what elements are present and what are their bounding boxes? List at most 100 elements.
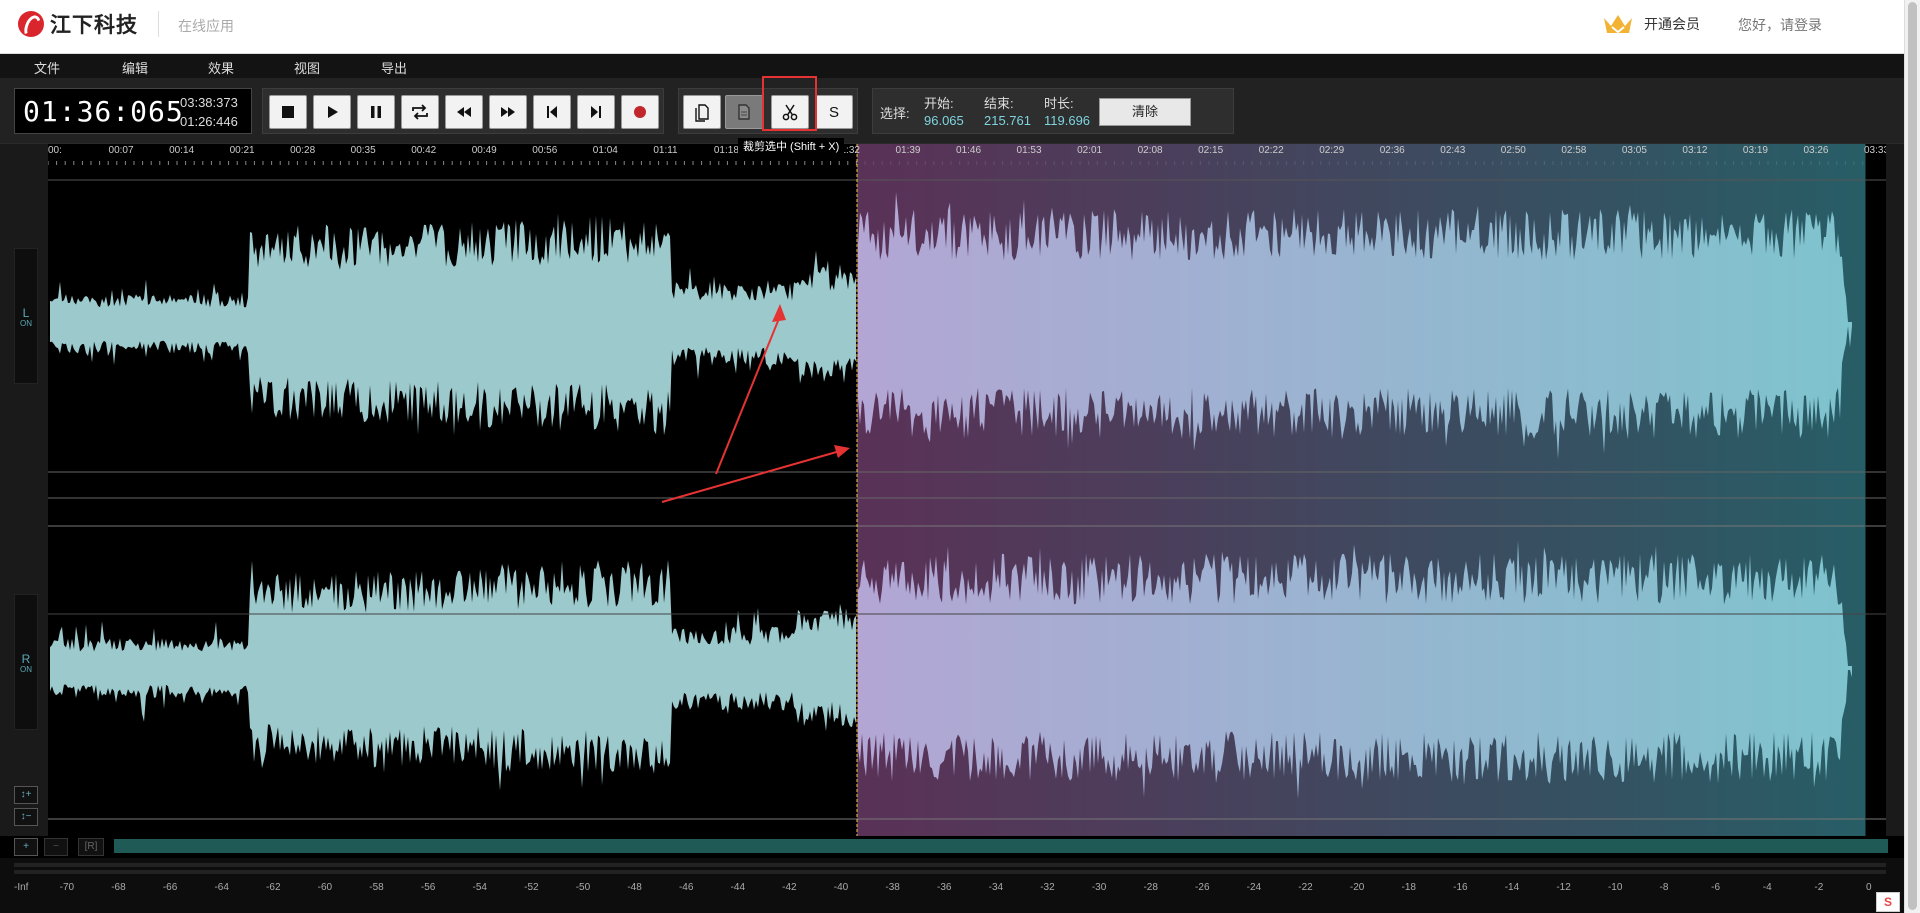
duration-label: 时长: [1044, 96, 1074, 111]
selection-panel: 选择: 开始: 96.065 结束: 215.761 时长: 119.696 清… [872, 88, 1234, 134]
brand-name: 江下科技 [50, 14, 138, 37]
loop-icon [412, 104, 428, 120]
menu-view[interactable]: 视图 [294, 58, 320, 77]
pause-button[interactable] [357, 95, 395, 129]
meter-label: -52 [524, 882, 539, 893]
meter-label: -30 [1091, 882, 1107, 893]
copy-button[interactable] [683, 95, 721, 129]
app-header: 江下科技 在线应用 开通会员 您好，请登录 [0, 0, 1904, 54]
timeline-label: 03:19 [1742, 145, 1768, 156]
meter-label: -56 [420, 882, 436, 893]
logo-icon [18, 11, 44, 37]
timeline-label: 01:46 [956, 145, 982, 156]
meter-label: -24 [1246, 882, 1262, 893]
meter-label: -42 [782, 882, 797, 893]
menu-edit[interactable]: 编辑 [122, 58, 148, 77]
menu-file[interactable]: 文件 [34, 58, 60, 77]
timeline-label: 00:14 [169, 145, 195, 156]
menu-export[interactable]: 导出 [381, 58, 407, 77]
meter-label: -44 [730, 882, 745, 893]
meter-label: -36 [937, 882, 952, 893]
page-scrollbar[interactable] [1904, 0, 1920, 913]
meter-label: -6 [1711, 882, 1721, 893]
zoom-out-button[interactable]: − [44, 838, 68, 856]
meter-label: -22 [1298, 882, 1313, 893]
meter-bar-right [14, 870, 1886, 874]
vip-link[interactable]: 开通会员 [1602, 12, 1700, 36]
timeline-label: 03:26 [1803, 145, 1829, 156]
timeline-ruler[interactable]: 00: 00:07 00:14 00:21 00:28 00:35 00:42 00:49 00… [48, 144, 1889, 168]
timeline-label: 00:35 [350, 145, 376, 156]
meter-label: -8 [1659, 882, 1669, 893]
record-button[interactable] [621, 95, 659, 129]
brand-logo[interactable]: 江下科技 [18, 9, 138, 39]
timeline-label: 00:07 [108, 145, 134, 156]
timeline-label: 00:56 [532, 145, 558, 156]
timeline-label: 01:11 [653, 145, 678, 156]
meter-label: -40 [833, 882, 849, 893]
menu-effects[interactable]: 效果 [208, 58, 234, 77]
meter-label: -Inf [14, 882, 29, 893]
meter-label: -14 [1504, 882, 1520, 893]
zoom-in-button[interactable]: + [14, 838, 38, 856]
copy-icon [695, 104, 709, 122]
start-value: 96.065 [924, 113, 964, 128]
meter-bar-left [14, 863, 1886, 867]
meter-label: -18 [1401, 882, 1416, 893]
toolbar: 01:36:065 03:38:373 01:26:446 S 选择: 开始: … [0, 78, 1904, 144]
start-label: 开始: [924, 96, 954, 111]
zoom-in-vertical-button[interactable]: ↕+ [14, 786, 38, 804]
meter-label: -48 [627, 882, 642, 893]
timeline-label: 02:22 [1258, 145, 1284, 156]
stop-icon [282, 106, 294, 118]
channel-left-label: L [22, 306, 30, 320]
ime-icon[interactable]: S [1876, 892, 1900, 912]
fast-forward-button[interactable] [489, 95, 527, 129]
meter-label: -34 [988, 882, 1004, 893]
timeline-label: 01:39 [895, 145, 921, 156]
meter-label: -28 [1143, 882, 1158, 893]
channel-left-state: ON [20, 319, 32, 328]
meter-label: -32 [1040, 882, 1055, 893]
scissors-icon [782, 104, 798, 121]
meter-label: -20 [1349, 882, 1365, 893]
end-value: 215.761 [984, 113, 1031, 128]
secondary-time: 01:26:446 [180, 114, 238, 129]
timeline-label: 01:04 [592, 145, 618, 156]
play-button[interactable] [313, 95, 351, 129]
rewind-button[interactable] [445, 95, 483, 129]
cut-button[interactable] [771, 95, 809, 129]
zoom-reset-button[interactable]: [R] [78, 838, 104, 856]
pause-icon [371, 106, 381, 118]
skip-end-icon [591, 106, 601, 118]
loop-button[interactable] [401, 95, 439, 129]
waveform-editor[interactable]: 00: 00:07 00:14 00:21 00:28 00:35 00:42 00:49 00… [0, 144, 1904, 913]
meter-label: -12 [1556, 882, 1571, 893]
clear-selection-button[interactable]: 清除 [1099, 98, 1191, 126]
channel-right-toggle[interactable]: R ON [14, 594, 38, 730]
waveform-canvas[interactable] [0, 144, 1904, 836]
silence-button[interactable]: S [815, 95, 853, 129]
skip-start-icon [547, 106, 557, 118]
menu-bar: 文件 编辑 效果 视图 导出 [0, 54, 1904, 78]
overview-scroll-track[interactable] [114, 839, 1888, 853]
timeline-label: 02:58 [1561, 145, 1587, 156]
scrollbar-thumb[interactable] [1908, 2, 1917, 910]
channel-right-label: R [21, 652, 31, 666]
play-icon [328, 106, 338, 118]
zoom-out-vertical-button[interactable]: ↕− [14, 808, 38, 826]
timeline-label: 03:05 [1621, 145, 1647, 156]
channel-left-toggle[interactable]: L ON [14, 248, 38, 384]
time-display: 01:36:065 03:38:373 01:26:446 [14, 88, 252, 134]
timeline-label: 02:08 [1137, 145, 1163, 156]
selection-label: 选择: [880, 106, 910, 121]
cut-tooltip: 裁剪选中 (Shift + X) [738, 138, 845, 156]
skip-start-button[interactable] [533, 95, 571, 129]
paste-button[interactable] [725, 95, 763, 129]
meter-label: -4 [1762, 882, 1772, 893]
header-subtitle: 在线应用 [178, 18, 234, 34]
meter-label: -16 [1453, 882, 1468, 893]
login-link[interactable]: 您好，请登录 [1738, 15, 1822, 35]
stop-button[interactable] [269, 95, 307, 129]
skip-end-button[interactable] [577, 95, 615, 129]
